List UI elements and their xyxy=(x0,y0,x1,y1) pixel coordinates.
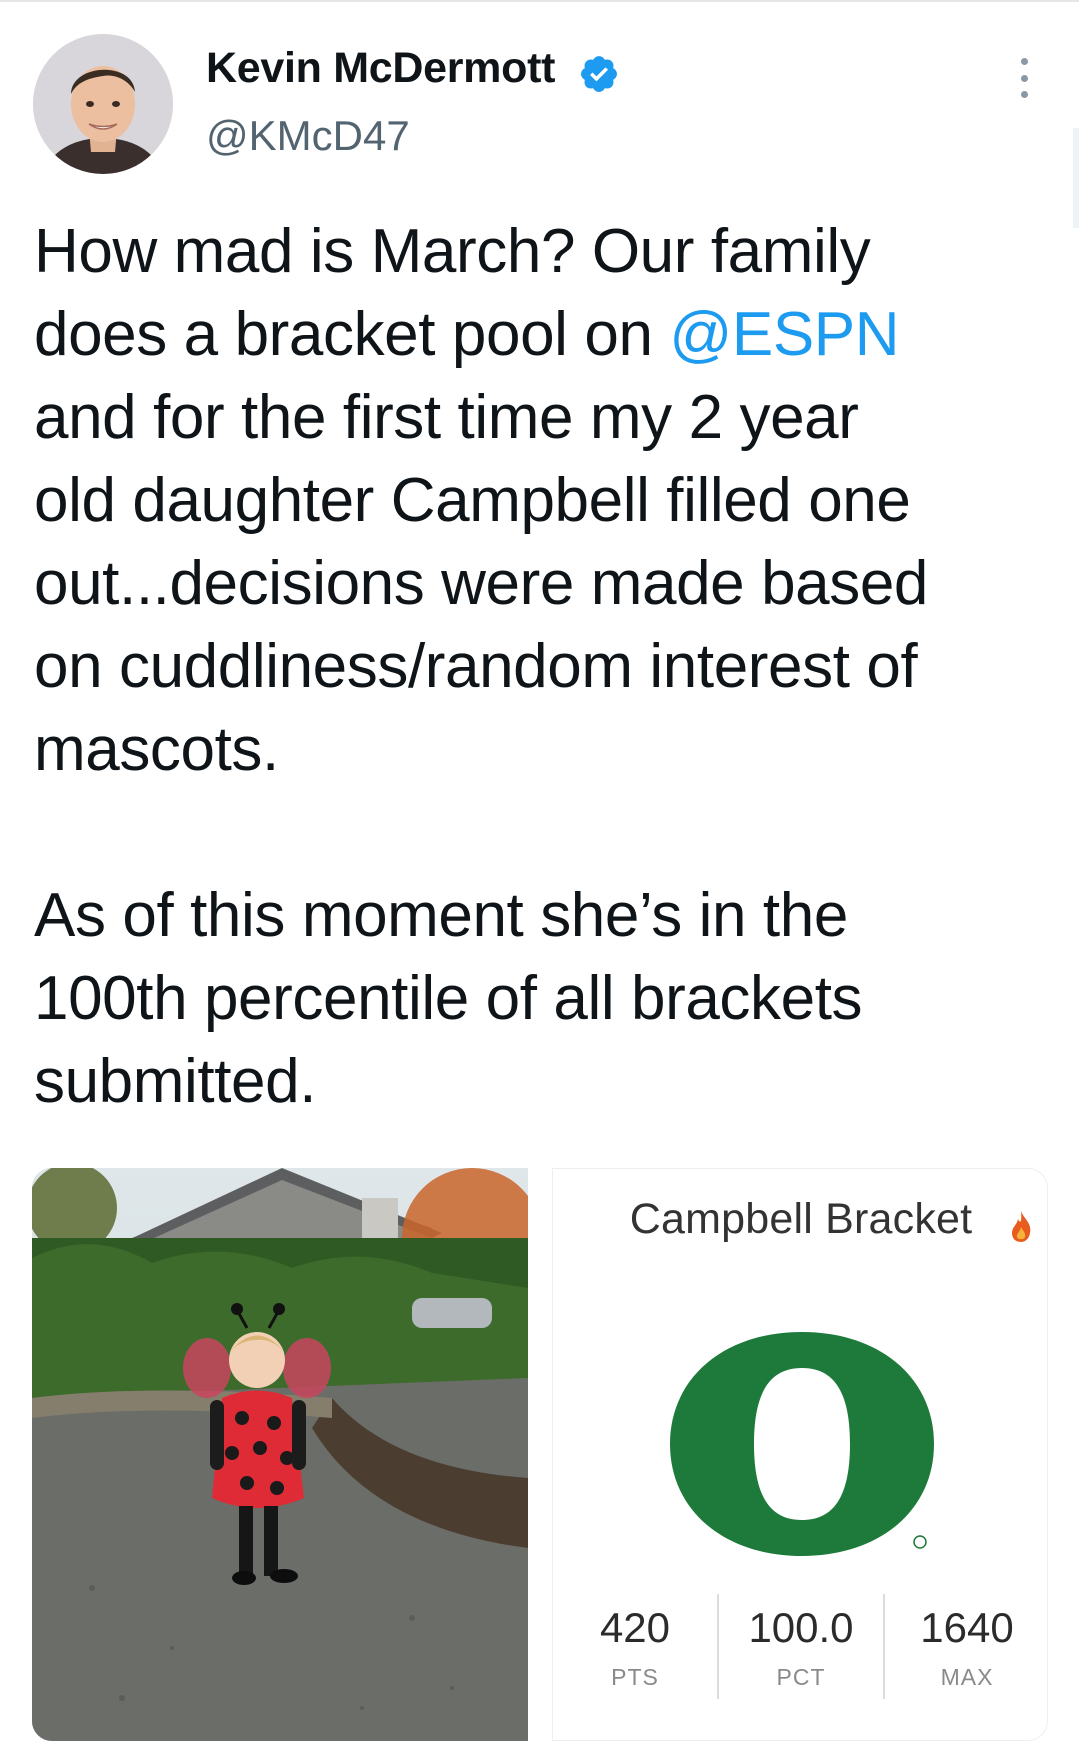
verified-badge-icon xyxy=(581,56,617,92)
bracket-stats: 420 PTS 100.0 PCT 1640 MAX xyxy=(553,1594,1049,1699)
tweet-line: out...decisions were made based xyxy=(34,549,929,618)
bracket-card[interactable]: Campbell Bracket 420 PTS 100.0 PCT 1640 … xyxy=(552,1168,1048,1741)
oregon-o-logo xyxy=(670,1332,934,1556)
top-divider xyxy=(0,0,1079,2)
author-avatar[interactable] xyxy=(33,34,173,174)
tweet-line: submitted. xyxy=(34,1047,317,1116)
tweet-text: How mad is March? Our family does a brac… xyxy=(34,210,1054,1123)
tweet-line: does a bracket pool on @ESPN xyxy=(34,300,900,369)
tweet-line: and for the first time my 2 year xyxy=(34,383,859,452)
stat-percentile: 100.0 PCT xyxy=(717,1594,883,1699)
author-display-name[interactable]: Kevin McDermott xyxy=(206,44,555,93)
tweet-line: 100th percentile of all brackets xyxy=(34,964,863,1033)
stat-value: 420 xyxy=(599,1604,671,1651)
author-handle[interactable]: @KMcD47 xyxy=(206,112,410,160)
stat-points: 420 PTS xyxy=(553,1594,717,1699)
stat-label: PTS xyxy=(611,1664,659,1690)
mention-link-espn[interactable]: @ESPN xyxy=(669,300,899,369)
more-options-icon[interactable] xyxy=(1003,50,1045,106)
stat-value: 1640 xyxy=(920,1604,1014,1651)
scroll-indicator xyxy=(1073,128,1079,228)
tweet-line: As of this moment she’s in the xyxy=(34,881,848,950)
flame-icon xyxy=(1012,1211,1031,1242)
stat-label: MAX xyxy=(940,1664,994,1690)
stat-value: 100.0 xyxy=(748,1604,854,1651)
bracket-title: Campbell Bracket xyxy=(629,1195,973,1243)
media-photo-ladybug-costume[interactable] xyxy=(32,1168,528,1741)
tweet-line: on cuddliness/random interest of xyxy=(34,632,918,701)
tweet-line: How mad is March? Our family xyxy=(34,217,871,286)
stat-max: 1640 MAX xyxy=(883,1594,1049,1699)
stat-label: PCT xyxy=(776,1664,826,1690)
tweet-line: old daughter Campbell filled one xyxy=(34,466,911,535)
tweet-media-grid: Campbell Bracket 420 PTS 100.0 PCT 1640 … xyxy=(32,1168,1048,1741)
tweet-line: mascots. xyxy=(34,715,279,784)
